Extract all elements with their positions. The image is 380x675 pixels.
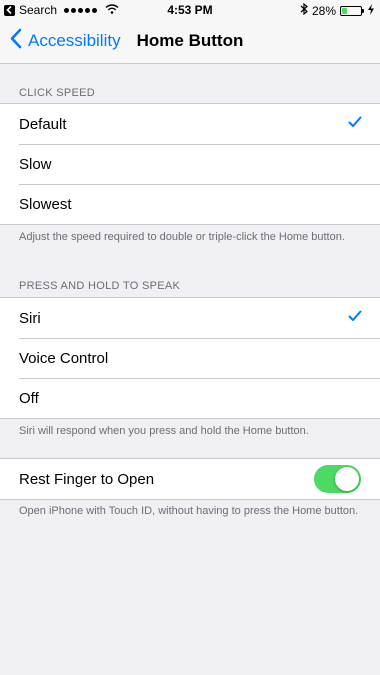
battery-percent: 28% xyxy=(311,3,336,18)
charging-bolt-icon xyxy=(368,3,374,18)
click-speed-group: Default Slow Slowest xyxy=(0,103,380,225)
option-siri[interactable]: Siri xyxy=(0,298,380,338)
battery-level xyxy=(342,7,348,14)
click-speed-header: CLICK SPEED xyxy=(19,87,96,99)
option-off[interactable]: Off xyxy=(0,378,380,418)
option-label: Default xyxy=(19,115,67,133)
page-title: Home Button xyxy=(136,31,244,50)
option-voice-control[interactable]: Voice Control xyxy=(0,338,380,378)
press-hold-footer: Siri will respond when you press and hol… xyxy=(19,425,309,437)
rest-finger-group: Rest Finger to Open xyxy=(0,458,380,500)
option-label: Slowest xyxy=(19,195,72,213)
option-default[interactable]: Default xyxy=(0,104,380,144)
press-hold-group: Siri Voice Control Off xyxy=(0,297,380,419)
option-label: Voice Control xyxy=(19,349,109,367)
option-slowest[interactable]: Slowest xyxy=(0,184,380,224)
rest-finger-toggle[interactable] xyxy=(314,465,361,493)
press-hold-header: PRESS AND HOLD TO SPEAK xyxy=(19,280,181,292)
rest-finger-row: Rest Finger to Open xyxy=(0,459,380,499)
navigation-bar: Accessibility Home Button xyxy=(0,20,380,64)
battery-icon xyxy=(340,5,364,16)
status-bar-right: 28% xyxy=(300,2,374,18)
toggle-knob xyxy=(335,467,359,491)
option-label: Off xyxy=(19,389,39,407)
option-label: Siri xyxy=(19,309,41,327)
bluetooth-icon xyxy=(300,2,308,18)
option-slow[interactable]: Slow xyxy=(0,144,380,184)
checkmark-icon xyxy=(348,115,362,132)
option-label: Slow xyxy=(19,155,52,173)
rest-finger-label: Rest Finger to Open xyxy=(19,470,155,488)
status-bar: Search 4:53 PM 28% xyxy=(0,0,380,20)
click-speed-footer: Adjust the speed required to double or t… xyxy=(19,231,345,243)
checkmark-icon xyxy=(348,309,362,326)
rest-finger-footer: Open iPhone with Touch ID, without havin… xyxy=(19,505,359,517)
